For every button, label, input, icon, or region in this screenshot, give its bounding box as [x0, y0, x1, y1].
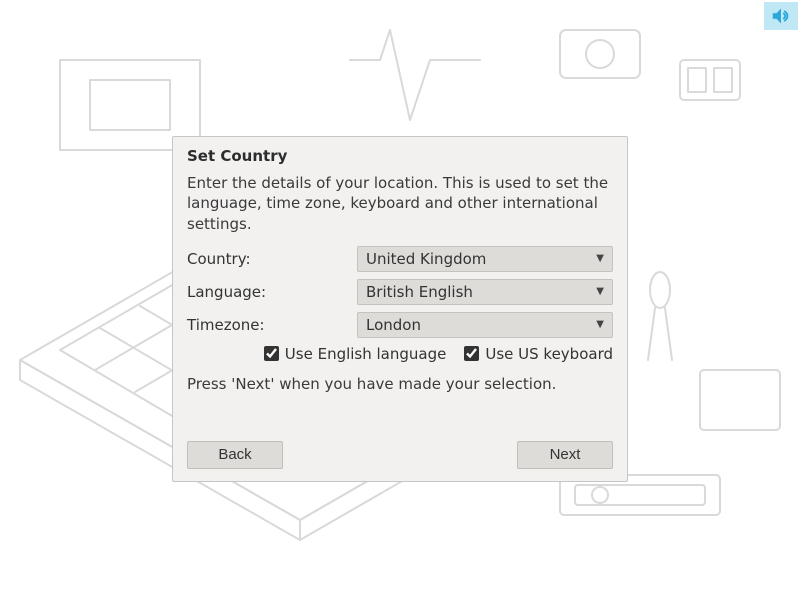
timezone-label: Timezone: — [187, 316, 357, 334]
button-row: Back Next — [187, 441, 613, 469]
chevron-down-icon: ▼ — [596, 286, 604, 297]
dialog-hint: Press 'Next' when you have made your sel… — [187, 375, 613, 393]
language-row: Language: British English ▼ — [187, 279, 613, 305]
chevron-down-icon: ▼ — [596, 253, 604, 264]
dialog-title: Set Country — [187, 147, 613, 165]
next-button[interactable]: Next — [517, 441, 613, 469]
chevron-down-icon: ▼ — [596, 319, 604, 330]
country-row: Country: United Kingdom ▼ — [187, 246, 613, 272]
timezone-value: London — [366, 316, 421, 334]
country-select[interactable]: United Kingdom ▼ — [357, 246, 613, 272]
country-label: Country: — [187, 250, 357, 268]
checkbox-row: Use English language Use US keyboard — [187, 345, 613, 363]
timezone-select[interactable]: London ▼ — [357, 312, 613, 338]
use-english-checkbox[interactable]: Use English language — [264, 345, 447, 363]
language-label: Language: — [187, 283, 357, 301]
timezone-row: Timezone: London ▼ — [187, 312, 613, 338]
dialog-description: Enter the details of your location. This… — [187, 173, 613, 234]
set-country-dialog: Set Country Enter the details of your lo… — [172, 136, 628, 482]
use-us-keyboard-checkbox[interactable]: Use US keyboard — [464, 345, 613, 363]
use-us-keyboard-input[interactable] — [464, 346, 479, 361]
language-select[interactable]: British English ▼ — [357, 279, 613, 305]
language-value: British English — [366, 283, 473, 301]
country-value: United Kingdom — [366, 250, 486, 268]
use-english-label: Use English language — [285, 345, 447, 363]
use-us-keyboard-label: Use US keyboard — [485, 345, 613, 363]
use-english-input[interactable] — [264, 346, 279, 361]
volume-icon[interactable] — [764, 2, 798, 30]
back-button[interactable]: Back — [187, 441, 283, 469]
